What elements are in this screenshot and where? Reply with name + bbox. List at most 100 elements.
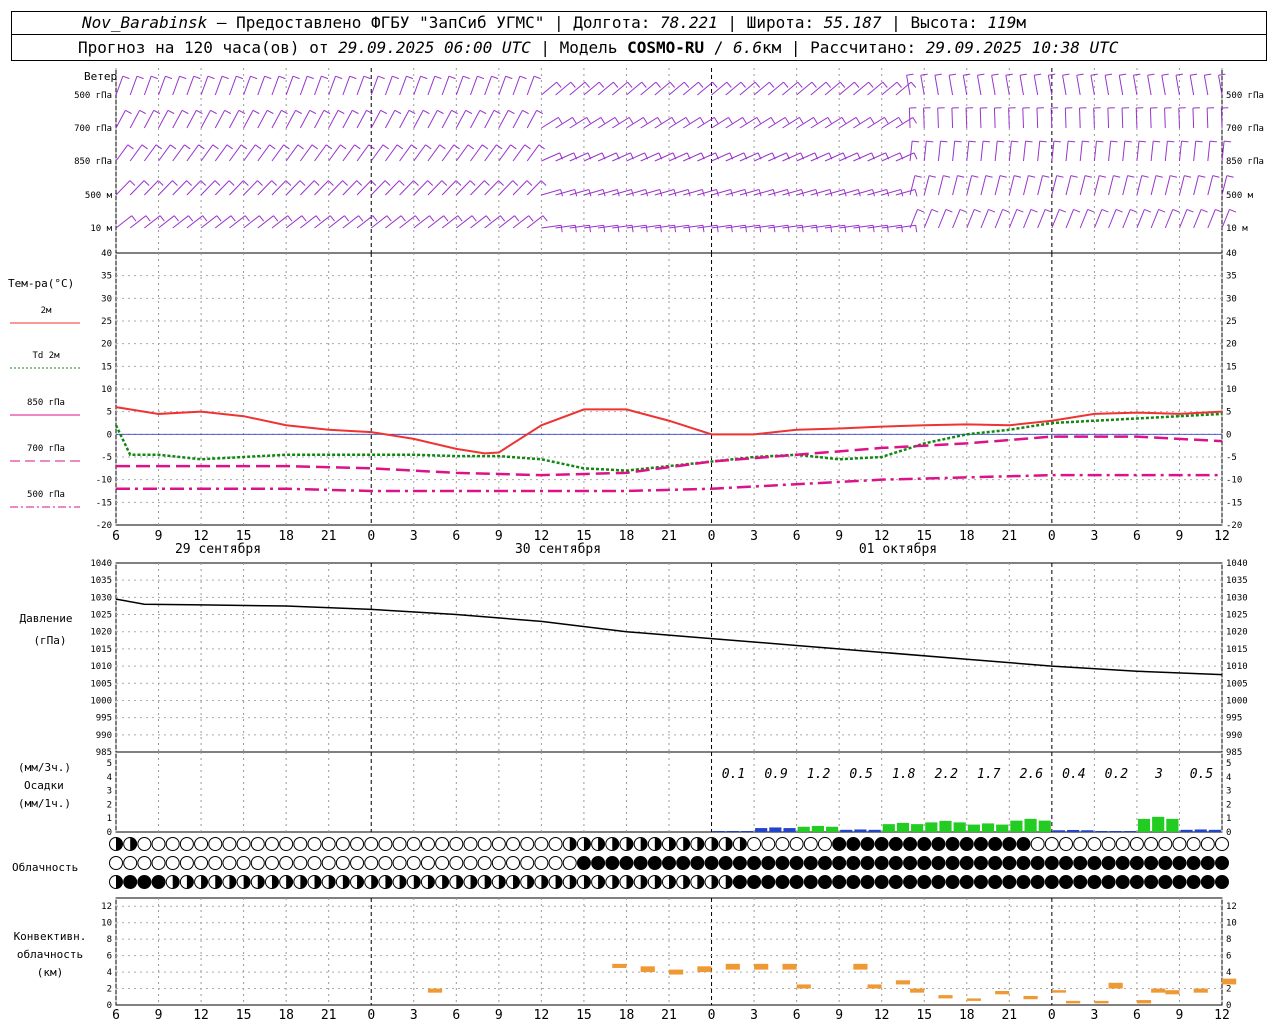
wind-feather [1087, 208, 1095, 213]
wind-feather [315, 215, 321, 222]
precip-bar [1194, 829, 1207, 832]
wind-barb [1121, 107, 1124, 129]
conv-bar [1066, 1000, 1081, 1004]
wind-barb [328, 215, 345, 229]
cloud-symbol [789, 875, 804, 889]
wind-barb [144, 215, 161, 229]
pressure-title: Давление [20, 612, 73, 625]
wind-barb [1192, 107, 1195, 129]
wind-feather [801, 225, 804, 233]
cloud-symbol [775, 856, 790, 870]
cloud-symbol [903, 837, 918, 851]
cloud-symbol [137, 875, 152, 889]
wind-barb [1175, 75, 1180, 96]
cloud-symbol [888, 875, 903, 889]
press-ytick-left: 995 [96, 714, 112, 724]
cloud-symbol [945, 856, 960, 870]
wind-barb [711, 116, 729, 129]
cloud-symbol [1059, 837, 1074, 851]
wind-barb [782, 152, 801, 162]
precip-bar [769, 827, 782, 832]
cloud-symbol [562, 856, 577, 870]
wind-feather [787, 225, 790, 233]
wind-barb [541, 152, 560, 162]
wind-feather [257, 180, 263, 186]
hour-label-bottom: 12 [874, 1008, 890, 1023]
wind-feather [170, 144, 177, 150]
cloud-fill [470, 875, 477, 889]
wind-barb [796, 152, 816, 162]
cloud-symbol [775, 875, 790, 889]
wind-feather [740, 81, 746, 88]
precip-title: Осадки [24, 779, 64, 792]
hour-label-bottom: 0 [708, 1008, 716, 1023]
wind-barb [1193, 209, 1202, 229]
precip-bar [1038, 820, 1051, 832]
wind-barb [115, 180, 131, 196]
wind-feather [830, 225, 833, 233]
cloud-symbol [931, 837, 946, 851]
cloud-symbol [1172, 875, 1187, 889]
wind-feather [179, 75, 187, 80]
wind-feather [811, 81, 817, 88]
cloud-fill [654, 837, 662, 851]
conv-bar [867, 984, 882, 989]
cloud-symbol [817, 837, 832, 851]
wind-feather [1090, 73, 1098, 76]
wind-barb [952, 175, 958, 196]
cloud-symbol [1215, 837, 1229, 851]
wind-feather [1039, 140, 1047, 143]
cloud-symbol [1002, 856, 1017, 870]
wind-feather [226, 144, 233, 150]
wind-barb [1008, 175, 1015, 196]
press-ytick-right: 1000 [1226, 696, 1248, 706]
wind-feather [273, 215, 279, 222]
cloud-symbol [208, 837, 223, 851]
press-ytick-left: 1010 [90, 662, 112, 672]
cloud-symbol [874, 856, 889, 870]
wind-feather [901, 225, 903, 233]
wind-barb [725, 116, 743, 129]
pressure-frame [115, 562, 1223, 753]
hour-label: 21 [1001, 529, 1017, 544]
hour-label: 6 [1133, 529, 1141, 544]
cloud-fill [427, 875, 435, 889]
cloud-symbol [1073, 875, 1088, 889]
wind-barb [484, 110, 495, 129]
wind-feather [1181, 140, 1189, 143]
wind-barb [328, 76, 337, 96]
cloud-symbol [1172, 837, 1187, 851]
legend-label: 850 гПа [27, 398, 65, 408]
conv-bar [966, 998, 981, 1001]
wind-barb [1065, 141, 1069, 162]
cloud-symbol [1200, 856, 1215, 870]
press-ytick-left: 1025 [90, 611, 112, 621]
cloud-symbol [250, 856, 265, 870]
wind-barb [612, 152, 631, 162]
wind-barb [314, 215, 331, 229]
wind-barb [455, 110, 467, 129]
cloud-symbol [123, 856, 138, 870]
wind-feather [872, 225, 875, 233]
wind-feather [1084, 175, 1092, 178]
wind-feather [250, 75, 258, 80]
wind-feather [844, 225, 847, 233]
wind-barb [979, 107, 982, 129]
wind-feather [839, 81, 846, 88]
wind-barb [810, 116, 829, 129]
wind-feather [913, 152, 918, 160]
cloud-symbol [1087, 875, 1102, 889]
wind-feather [716, 225, 719, 233]
conv-ytick-right: 0 [1226, 1001, 1231, 1011]
wind-barb [1022, 107, 1024, 129]
cloud-fill [527, 875, 534, 889]
cloud-symbol [1016, 856, 1031, 870]
wind-barb [285, 215, 303, 229]
wind-barb [370, 215, 388, 229]
cloud-symbol [888, 837, 903, 851]
wind-feather [214, 180, 221, 186]
wind-feather [441, 180, 448, 186]
cloud-symbol [307, 856, 322, 870]
cloud-symbol [491, 856, 506, 870]
wind-barb [200, 215, 218, 229]
